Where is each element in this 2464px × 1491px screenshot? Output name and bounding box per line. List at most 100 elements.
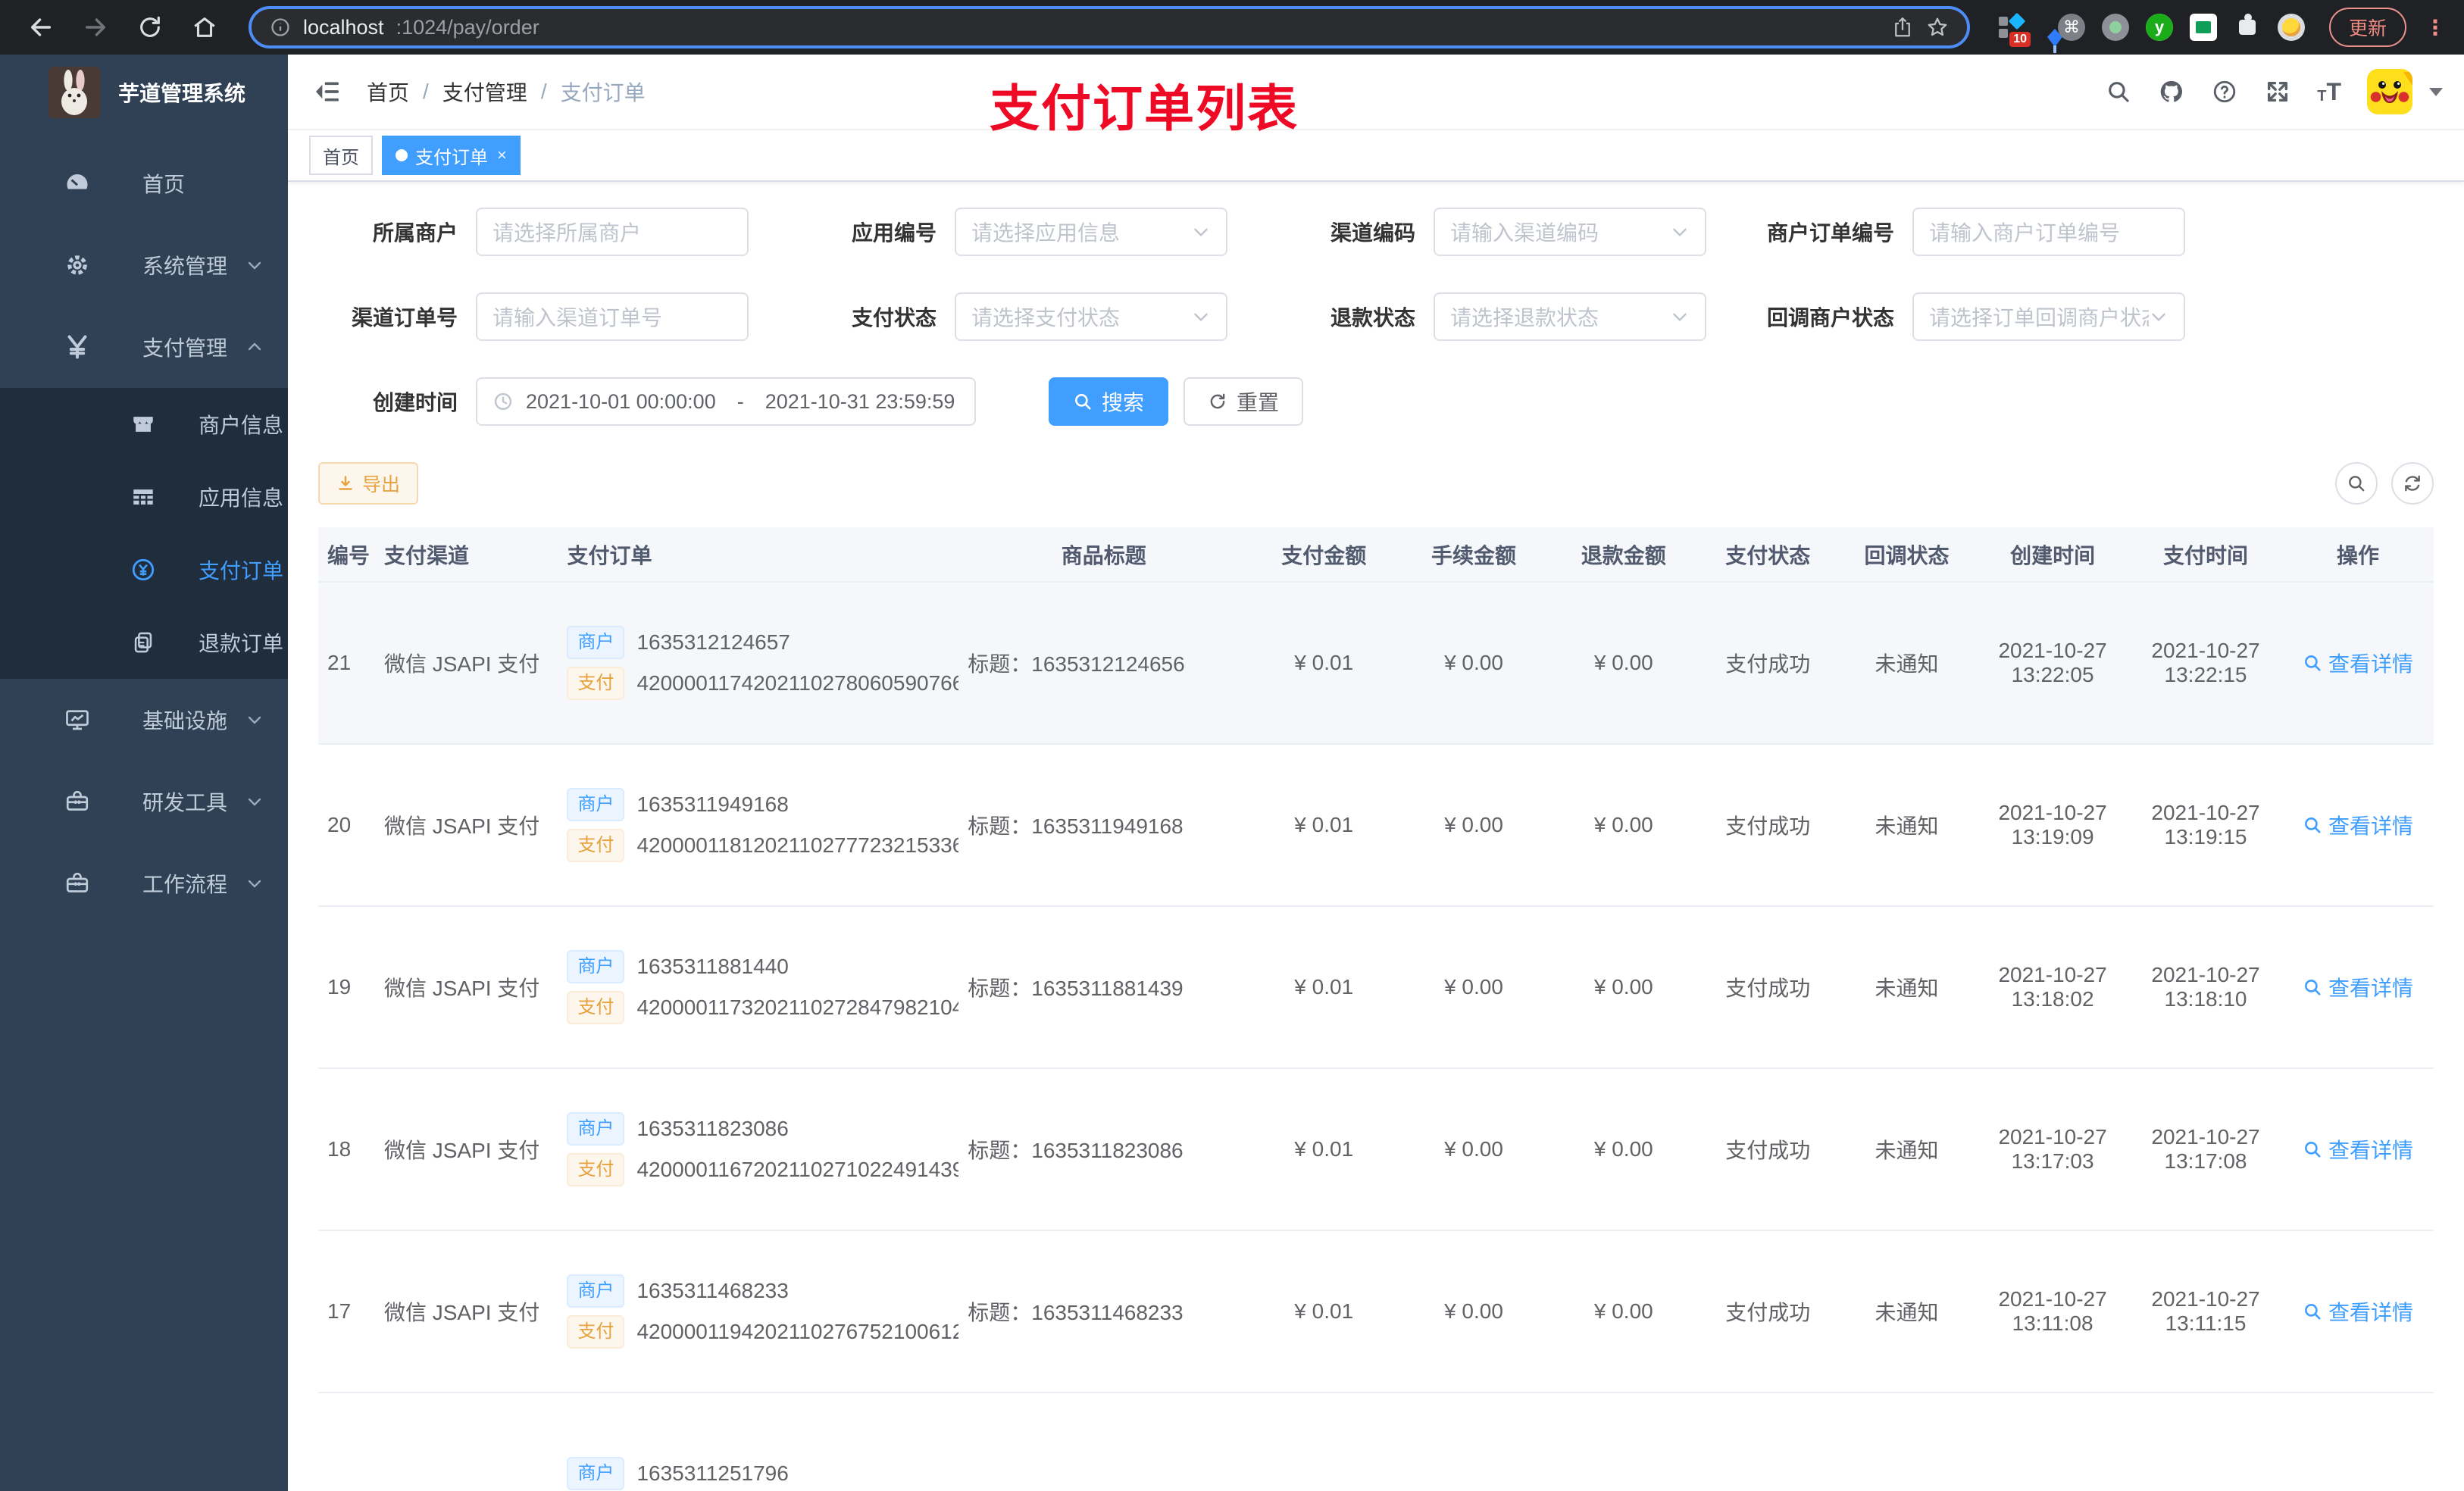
view-detail-link[interactable]: 查看详情 <box>2303 1134 2413 1164</box>
cell-create-time: 2021-10-27 13:18:02 <box>1976 906 2130 1069</box>
search-button[interactable]: 搜索 <box>1049 377 1169 426</box>
filter-row-1: 所属商户 请选择所属商户 应用编号 请选择应用信息 渠道编码 请输入渠道编码 商… <box>318 208 2434 256</box>
extension-dot-icon[interactable] <box>2101 14 2129 41</box>
browser-update-button[interactable]: 更新 <box>2328 8 2406 47</box>
field-placeholder: 请输入渠道编码 <box>1450 221 1599 245</box>
cell-pay-order: 商户 1635311949168 支付 4200001181202110277723… <box>558 744 959 907</box>
address-bar[interactable]: localhost:1024/pay/order <box>249 6 1970 48</box>
refresh-button[interactable] <box>2391 462 2434 505</box>
filter-item: 支付状态 请选择支付状态 <box>797 292 1227 341</box>
cell-notify-status: 未通知 <box>1837 906 1977 1069</box>
filter-field[interactable]: 请输入渠道订单号 <box>476 292 749 341</box>
cell-pay-status: 支付成功 <box>1698 1068 1837 1231</box>
sidebar-item-home[interactable]: 首页 <box>0 142 288 224</box>
col-notify-status: 回调状态 <box>1837 527 1977 583</box>
browser-chrome: localhost:1024/pay/order 10 ⌘ y 更新 ⋮ <box>0 0 2464 55</box>
share-icon[interactable] <box>1891 16 1914 39</box>
back-icon[interactable] <box>18 6 64 48</box>
cell-title: 标题：1635311949168 <box>958 744 1249 907</box>
sidebar-item-pay[interactable]: 支付管理 <box>0 306 288 388</box>
github-icon[interactable] <box>2158 78 2185 105</box>
forward-icon[interactable] <box>73 6 118 48</box>
filter-item: 商户订单编号 请输入商户订单编号 <box>1755 208 2185 256</box>
cell-fee-amount: ¥ 0.00 <box>1399 582 1549 745</box>
screen: localhost:1024/pay/order 10 ⌘ y 更新 ⋮ 芋道管… <box>0 0 2464 1491</box>
breadcrumb-current: 支付订单 <box>560 81 646 105</box>
yen-icon <box>64 333 91 361</box>
table-row[interactable]: 21 微信 JSAPI 支付 商户 1635312124657 支付 4200001… <box>318 582 2434 745</box>
chevron-down-icon <box>1670 307 1690 327</box>
merchant-tag: 商户 <box>567 788 625 821</box>
filter-field[interactable]: 请选择订单回调商户状态 <box>1912 292 2185 341</box>
sidebar-item-app-info[interactable]: 应用信息 <box>0 461 288 533</box>
filter-item: 渠道编码 请输入渠道编码 <box>1276 208 1706 256</box>
extension-blocks-icon[interactable]: 10 <box>1997 12 2031 47</box>
view-detail-link[interactable]: 查看详情 <box>2303 1296 2413 1327</box>
filter-field[interactable]: 请输入商户订单编号 <box>1912 208 2185 256</box>
extension-emoji-icon[interactable] <box>2277 14 2305 41</box>
caret-down-icon[interactable] <box>2429 87 2443 96</box>
merchant-order-no: 1635311823086 <box>636 1117 789 1140</box>
breadcrumb-separator: / <box>540 80 547 103</box>
filter-field[interactable]: 请选择退款状态 <box>1434 292 1706 341</box>
cell-channel: 微信 JSAPI 支付 <box>374 1230 558 1393</box>
sidebar-item-system[interactable]: 系统管理 <box>0 224 288 306</box>
toggle-search-button[interactable] <box>2335 462 2378 505</box>
fullscreen-icon[interactable] <box>2264 78 2291 105</box>
extensions-puzzle-icon[interactable] <box>2234 14 2261 41</box>
reset-button[interactable]: 重置 <box>1184 377 1304 426</box>
table-row[interactable]: 商户 1635311251796 <box>318 1393 2434 1491</box>
sidebar-item-infra[interactable]: 基础设施 <box>0 679 288 761</box>
filter-field[interactable]: 请输入渠道编码 <box>1434 208 1706 256</box>
search-icon[interactable] <box>2105 78 2132 105</box>
cell-title: 标题：1635311468233 <box>958 1230 1249 1393</box>
pay-order-no: 4200001174202110278060590766 <box>636 671 959 695</box>
help-icon[interactable] <box>2211 78 2238 105</box>
cell-id <box>318 1393 375 1491</box>
date-range-input[interactable]: 2021-10-01 00:00:00 - 2021-10-31 23:59:5… <box>476 377 976 426</box>
breadcrumb-home[interactable]: 首页 <box>367 77 409 107</box>
sidebar-item-devtools[interactable]: 研发工具 <box>0 761 288 842</box>
breadcrumb-pay[interactable]: 支付管理 <box>442 77 527 107</box>
chevron-down-icon <box>2149 307 2169 327</box>
sidebar-item-pay-order[interactable]: 支付订单 <box>0 533 288 606</box>
logo-row[interactable]: 芋道管理系统 <box>0 55 288 130</box>
filter-label: 创建时间 <box>372 391 458 414</box>
filter-field[interactable]: 请选择支付状态 <box>955 292 1227 341</box>
cell-channel <box>374 1393 558 1491</box>
tab-pay-order[interactable]: 支付订单 × <box>382 136 521 175</box>
extension-command-icon[interactable]: ⌘ <box>2057 14 2085 41</box>
field-placeholder: 请选择退款状态 <box>1450 306 1599 330</box>
filter-field[interactable]: 请选择所属商户 <box>476 208 749 256</box>
close-icon[interactable]: × <box>497 145 507 165</box>
site-info-icon[interactable] <box>270 17 291 38</box>
hamburger-icon[interactable] <box>312 77 342 107</box>
table-header: 编号 支付渠道 支付订单 商品标题 支付金额 手续金额 退款金额 支付状态 回调… <box>318 527 2434 583</box>
browser-menu-icon[interactable]: ⋮ <box>2425 15 2446 40</box>
tab-home[interactable]: 首页 <box>309 136 373 175</box>
cell-notify-status: 未通知 <box>1837 1068 1977 1231</box>
table-row[interactable]: 17 微信 JSAPI 支付 商户 1635311468233 支付 4200001… <box>318 1230 2434 1393</box>
reload-icon[interactable] <box>127 6 173 48</box>
view-detail-link[interactable]: 查看详情 <box>2303 972 2413 1002</box>
extension-y-icon[interactable]: y <box>2145 14 2173 41</box>
table-row[interactable]: 20 微信 JSAPI 支付 商户 1635311949168 支付 4200001… <box>318 744 2434 907</box>
toolbox-icon <box>64 870 91 897</box>
view-detail-link[interactable]: 查看详情 <box>2303 648 2413 678</box>
extension-chat-icon[interactable] <box>2189 14 2217 41</box>
export-button[interactable]: 导出 <box>318 462 419 505</box>
filter-field[interactable]: 请选择应用信息 <box>955 208 1227 256</box>
field-placeholder: 请选择支付状态 <box>971 306 1121 330</box>
table-row[interactable]: 18 微信 JSAPI 支付 商户 1635311823086 支付 4200001… <box>318 1068 2434 1231</box>
sidebar-item-refund-order[interactable]: 退款订单 <box>0 606 288 679</box>
table-row[interactable]: 19 微信 JSAPI 支付 商户 1635311881440 支付 4200001… <box>318 906 2434 1069</box>
avatar[interactable] <box>2367 69 2412 114</box>
font-size-icon[interactable]: TT <box>2317 80 2341 104</box>
chevron-down-icon <box>245 711 264 729</box>
sidebar-item-merchant-info[interactable]: 商户信息 <box>0 388 288 461</box>
view-detail-link[interactable]: 查看详情 <box>2303 810 2413 840</box>
home-icon[interactable] <box>182 6 227 48</box>
bookmark-star-icon[interactable] <box>1926 16 1949 39</box>
sidebar-item-workflow[interactable]: 工作流程 <box>0 842 288 924</box>
filter-item: 所属商户 请选择所属商户 <box>318 208 749 256</box>
